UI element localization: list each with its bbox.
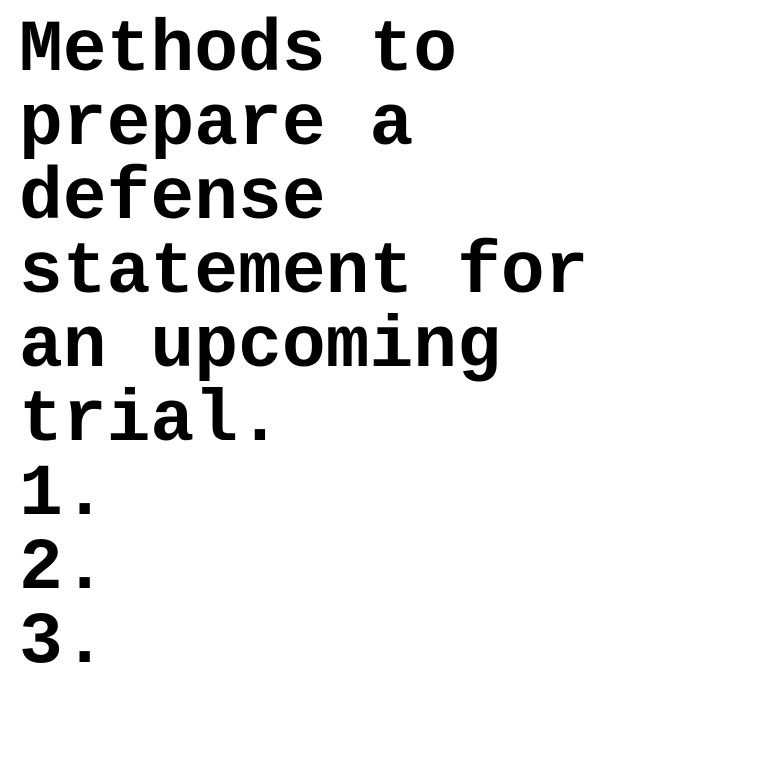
title-line: Methods to [19,9,458,92]
list-item: 1. [19,453,107,536]
list-item: 3. [19,601,107,684]
title-line: defense [19,157,326,240]
title-line: prepare a [19,83,414,166]
list-item: 2. [19,527,107,610]
title-line: trial. [19,379,282,462]
title-line: an upcoming [19,305,501,388]
numbered-list: 1. 2. 3. [19,458,749,680]
document-title: Methods to prepare a defense statement f… [19,14,749,458]
document-page: Methods to prepare a defense statement f… [19,14,749,680]
title-line: statement for [19,231,589,314]
